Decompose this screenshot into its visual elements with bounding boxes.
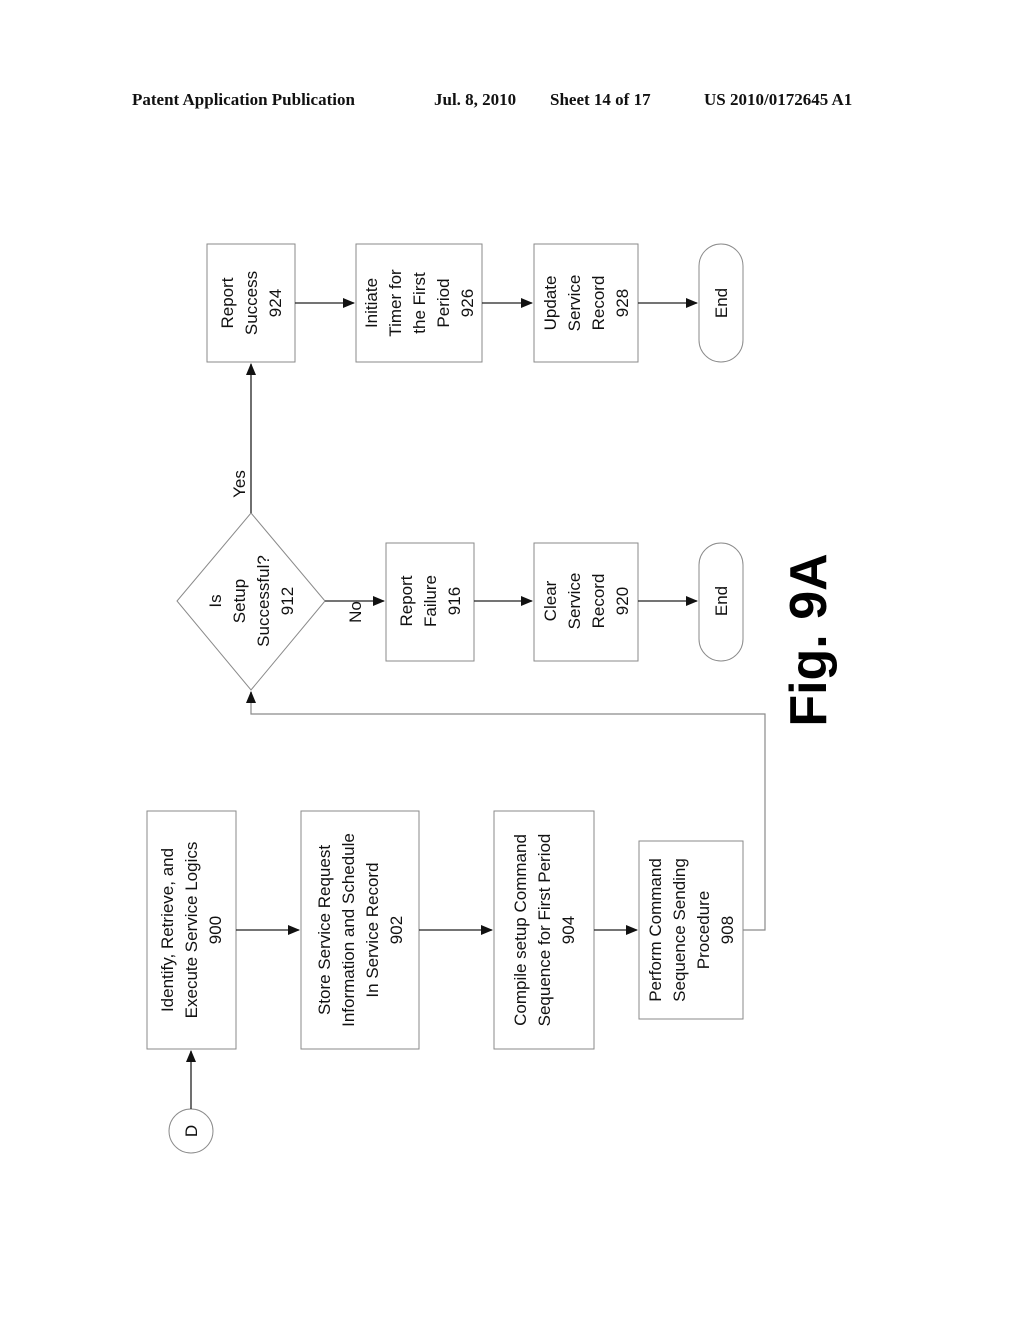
node-text-line: 904 [559, 916, 578, 944]
node-text-line: End [712, 288, 731, 318]
node-text-line: Sequence Sending [670, 858, 689, 1002]
node-text-line: Period [434, 278, 453, 327]
node-text-line: Is [206, 594, 225, 607]
node-text-line: Success [242, 271, 261, 335]
node-text-line: Procedure [694, 891, 713, 969]
node-text-line: Successful? [254, 555, 273, 647]
node-text-line: Service [565, 275, 584, 332]
node-text-line: Clear [541, 580, 560, 621]
node-text-line: 924 [266, 289, 285, 317]
node-text-line: Execute Service Logics [182, 842, 201, 1019]
node-text-line: In Service Record [363, 862, 382, 997]
node-text-line: 920 [613, 587, 632, 615]
node-text-line: Report [397, 575, 416, 626]
node-text-line: 908 [718, 916, 737, 944]
node-text-line: 928 [613, 289, 632, 317]
node-text-line: Timer for [386, 269, 405, 337]
edge-label-yes: Yes [230, 470, 249, 498]
node-text-line: Sequence for First Period [535, 834, 554, 1027]
node-text-line: Record [589, 276, 608, 331]
node-text-line: Initiate [362, 278, 381, 328]
node-text-line: 926 [458, 289, 477, 317]
figure-label: Fig. 9A [780, 553, 838, 726]
end-2-text: End [712, 288, 731, 318]
node-text-line: 902 [387, 916, 406, 944]
node-text-line: 900 [206, 916, 225, 944]
node-text-line: End [712, 586, 731, 616]
node-text-line: Perform Command [646, 858, 665, 1002]
edge-label-no: No [346, 601, 365, 623]
node-text-line: Setup [230, 579, 249, 623]
node-text-line: Compile setup Command [511, 834, 530, 1026]
connector-d-label: D [182, 1125, 201, 1137]
node-text-line: Report [218, 277, 237, 328]
node-text-line: Record [589, 574, 608, 629]
node-text-line: 916 [445, 587, 464, 615]
node-text-line: the First [410, 272, 429, 334]
node-text-line: Identify, Retrieve, and [158, 848, 177, 1012]
decision-912-diamond [176, 512, 326, 691]
flowchart: No Yes D Identify, Retrieve, and Execute … [146, 243, 838, 1154]
node-text-line: Information and Schedule [339, 833, 358, 1027]
node-text-line: Service [565, 573, 584, 630]
node-text-line: Update [541, 276, 560, 331]
node-text-line: Store Service Request [315, 845, 334, 1015]
end-1-text: End [712, 586, 731, 616]
node-text-line: 912 [278, 587, 297, 615]
node-text-line: Failure [421, 575, 440, 627]
